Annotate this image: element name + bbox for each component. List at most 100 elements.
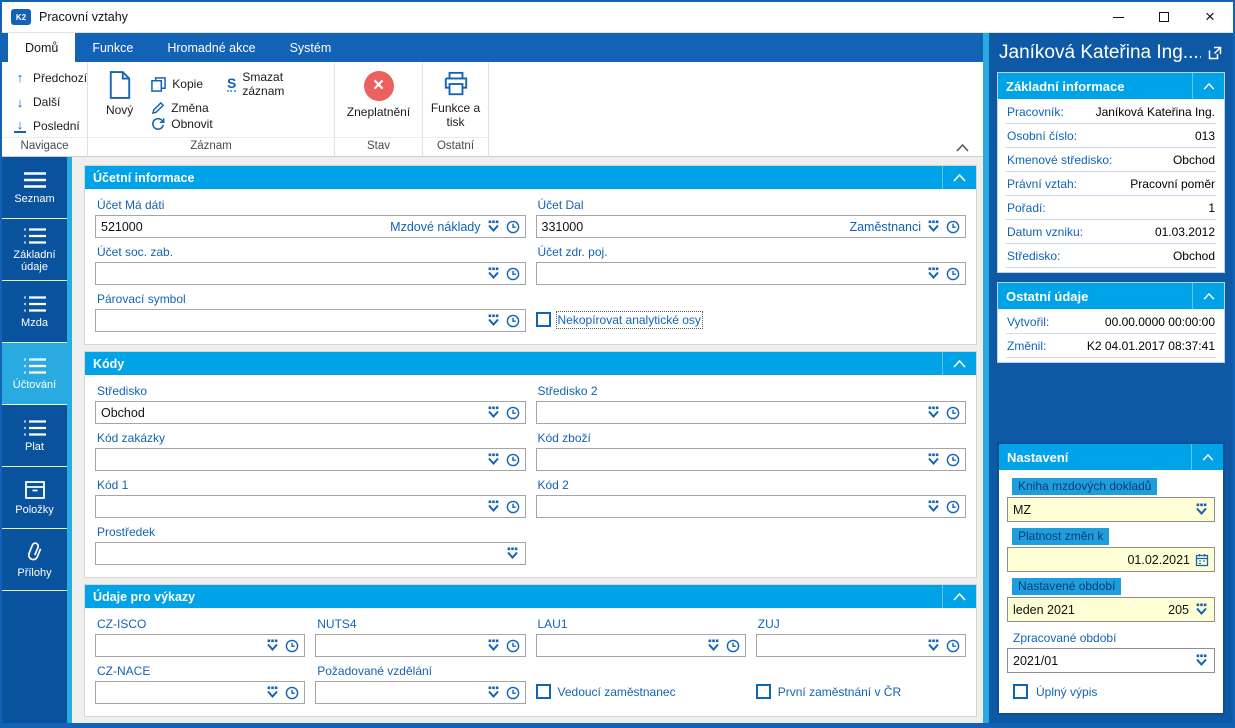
dropdown-icon[interactable] xyxy=(486,686,501,699)
dropdown-icon[interactable] xyxy=(265,686,280,699)
kniha-mzdovych-dokladu-input[interactable]: MZ xyxy=(1007,497,1215,522)
dropdown-icon[interactable] xyxy=(706,639,721,652)
history-clock-icon[interactable] xyxy=(506,639,520,653)
history-clock-icon[interactable] xyxy=(506,314,520,328)
uplny-vypis-checkbox[interactable] xyxy=(1013,684,1028,699)
platnost-zmen-input[interactable]: 01.02.2021 xyxy=(1007,547,1215,572)
kod1-input[interactable] xyxy=(95,495,526,518)
checkbox-label[interactable]: Úplný výpis xyxy=(1036,685,1097,699)
sidebar-item-mzda[interactable]: Mzda xyxy=(2,281,67,343)
history-clock-icon[interactable] xyxy=(946,220,960,234)
history-clock-icon[interactable] xyxy=(946,500,960,514)
kod-zakazky-input[interactable] xyxy=(95,448,526,471)
maximize-button[interactable] xyxy=(1141,2,1187,33)
history-clock-icon[interactable] xyxy=(946,267,960,281)
kod-zbozi-input[interactable] xyxy=(535,448,966,471)
prostredek-input[interactable] xyxy=(95,542,526,565)
history-clock-icon[interactable] xyxy=(726,639,740,653)
last-record-button[interactable]: ↓ Poslední xyxy=(10,118,91,134)
dropdown-icon[interactable] xyxy=(1194,654,1209,667)
dropdown-icon[interactable] xyxy=(486,500,501,513)
history-clock-icon[interactable] xyxy=(285,639,299,653)
dropdown-icon[interactable] xyxy=(486,453,501,466)
delete-record-button[interactable]: S Smazat záznam xyxy=(227,70,326,98)
minimize-button[interactable] xyxy=(1095,2,1141,33)
dropdown-icon[interactable] xyxy=(926,406,941,419)
sidebar-item-uctovani[interactable]: Účtování xyxy=(2,343,67,405)
dropdown-icon[interactable] xyxy=(926,267,941,280)
dropdown-icon[interactable] xyxy=(486,639,501,652)
history-clock-icon[interactable] xyxy=(506,500,520,514)
dropdown-icon[interactable] xyxy=(486,406,501,419)
dropdown-icon[interactable] xyxy=(486,314,501,327)
ucet-ma-dati-input[interactable]: 521000 Mzdové náklady xyxy=(95,215,526,238)
ucet-soc-zab-input[interactable] xyxy=(95,262,526,285)
ucet-dal-input[interactable]: 331000 Zaměstnanci xyxy=(535,215,966,238)
vedouci-zamestnanec-checkbox[interactable] xyxy=(535,684,551,699)
close-button[interactable]: × xyxy=(1187,2,1233,33)
collapse-ribbon-button[interactable] xyxy=(956,144,969,152)
history-clock-icon[interactable] xyxy=(506,267,520,281)
dropdown-icon[interactable] xyxy=(486,220,501,233)
collapse-card-button[interactable] xyxy=(1192,283,1224,309)
calendar-icon[interactable] xyxy=(1195,553,1209,567)
zpracovane-obdobi-input[interactable]: 2021/01 xyxy=(1007,648,1215,673)
dropdown-icon[interactable] xyxy=(1194,603,1209,616)
cz-isco-input[interactable] xyxy=(95,634,306,657)
sidebar-item-seznam[interactable]: Seznam xyxy=(2,157,67,219)
functions-print-button[interactable]: Funkce a tisk xyxy=(429,66,482,137)
refresh-button[interactable]: Obnovit xyxy=(151,117,326,131)
collapse-section-button[interactable] xyxy=(942,352,976,375)
collapse-section-button[interactable] xyxy=(942,585,976,608)
collapse-card-button[interactable] xyxy=(1192,73,1224,99)
sidebar-item-zakladni-udaje[interactable]: Základní údaje xyxy=(2,219,67,281)
dropdown-icon[interactable] xyxy=(265,639,280,652)
dropdown-icon[interactable] xyxy=(926,639,941,652)
sidebar-item-prilohy[interactable]: Přílohy xyxy=(2,529,67,591)
history-clock-icon[interactable] xyxy=(506,220,520,234)
stredisko-input[interactable]: Obchod xyxy=(95,401,526,424)
checkbox-label[interactable]: Vedoucí zaměstnanec xyxy=(558,685,676,699)
next-record-button[interactable]: ↓ Další xyxy=(10,94,91,111)
sidebar-item-polozky[interactable]: Položky xyxy=(2,467,67,529)
kod2-input[interactable] xyxy=(535,495,966,518)
ucet-zdr-poj-input[interactable] xyxy=(535,262,966,285)
dropdown-icon[interactable] xyxy=(486,267,501,280)
open-external-icon[interactable] xyxy=(1207,45,1223,61)
dropdown-icon[interactable] xyxy=(926,220,941,233)
history-clock-icon[interactable] xyxy=(946,406,960,420)
invalidate-button[interactable]: × Zneplatnění xyxy=(341,66,416,137)
tab-system[interactable]: Systém xyxy=(273,33,349,62)
nekopirovat-checkbox[interactable] xyxy=(535,312,551,327)
nuts4-input[interactable] xyxy=(315,634,526,657)
cz-nace-input[interactable] xyxy=(95,681,306,704)
history-clock-icon[interactable] xyxy=(946,453,960,467)
change-button[interactable]: Změna xyxy=(151,101,326,115)
tab-hromadne-akce[interactable]: Hromadné akce xyxy=(150,33,272,62)
copy-button[interactable]: Kopie xyxy=(151,70,203,98)
dropdown-icon[interactable] xyxy=(926,453,941,466)
previous-record-button[interactable]: ↑ Předchozí xyxy=(10,69,91,86)
collapse-card-button[interactable] xyxy=(1191,444,1223,470)
dropdown-icon[interactable] xyxy=(1194,503,1209,516)
checkbox-label[interactable]: Nekopírovat analytické osy xyxy=(555,310,703,329)
history-clock-icon[interactable] xyxy=(506,686,520,700)
checkbox-label[interactable]: První zaměstnání v ČR xyxy=(778,685,901,699)
history-clock-icon[interactable] xyxy=(285,686,299,700)
history-clock-icon[interactable] xyxy=(506,406,520,420)
history-clock-icon[interactable] xyxy=(506,453,520,467)
lau1-input[interactable] xyxy=(535,634,746,657)
tab-funkce[interactable]: Funkce xyxy=(75,33,150,62)
prvni-zamestnani-checkbox[interactable] xyxy=(755,684,771,699)
parovaci-symbol-input[interactable] xyxy=(95,309,526,332)
sidebar-item-plat[interactable]: Plat xyxy=(2,405,67,467)
collapse-section-button[interactable] xyxy=(942,166,976,189)
new-record-button[interactable]: Nový xyxy=(94,66,145,137)
zuj-input[interactable] xyxy=(755,634,966,657)
pozadovane-vzdelani-input[interactable] xyxy=(315,681,526,704)
history-clock-icon[interactable] xyxy=(946,639,960,653)
tab-domu[interactable]: Domů xyxy=(8,33,76,62)
nastavene-obdobi-input[interactable]: leden 2021 205 xyxy=(1007,597,1215,622)
dropdown-icon[interactable] xyxy=(505,547,520,560)
stredisko2-input[interactable] xyxy=(535,401,966,424)
